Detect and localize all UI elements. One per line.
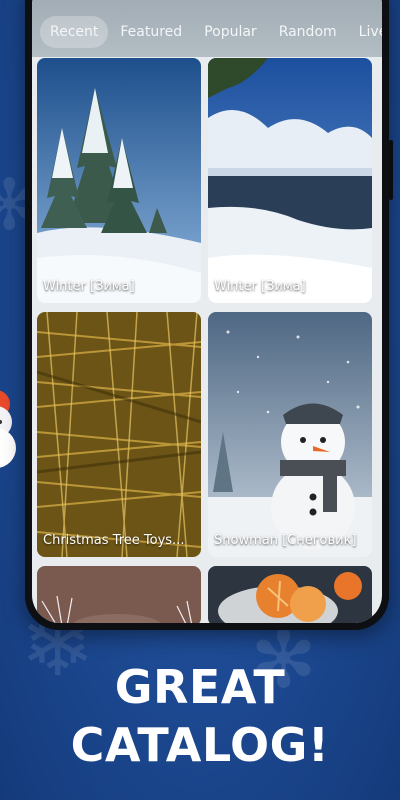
promo-headline: GREAT CATALOG! (0, 658, 400, 774)
tab-random[interactable]: Random (269, 16, 347, 48)
app-screen: Recent Featured Popular Random Live W (32, 0, 382, 623)
wallpaper-card[interactable]: Christmas Tree Toys... (37, 312, 201, 557)
wallpaper-title: Christmas Tree Toys... (43, 533, 185, 548)
wallpaper-title: Winter [Зима] (43, 279, 135, 294)
wallpaper-thumbnail-candle-sparks (37, 566, 201, 623)
category-tabs: Recent Featured Popular Random Live W (40, 16, 382, 48)
snowman-decoration-icon (0, 390, 16, 468)
tab-live-wallpapers[interactable]: Live W (349, 16, 382, 48)
wallpaper-card[interactable]: Winter [Зима] (208, 58, 372, 303)
phone-side-button (389, 140, 393, 200)
tab-popular[interactable]: Popular (194, 16, 267, 48)
wallpaper-thumbnail-tangerines (208, 566, 372, 623)
wallpaper-card[interactable]: Snowman [Снеговик] (208, 312, 372, 557)
phone-frame: Recent Featured Popular Random Live W (25, 0, 393, 630)
headline-line-1: GREAT (114, 660, 286, 714)
wallpaper-card[interactable] (37, 566, 201, 623)
tab-bar: Recent Featured Popular Random Live W (32, 0, 382, 57)
wallpaper-title: Snowman [Снеговик] (214, 533, 357, 548)
tab-featured[interactable]: Featured (110, 16, 192, 48)
wallpaper-thumbnail-snowy-fir-trees (37, 58, 201, 303)
wallpaper-card[interactable]: Winter [Зима] (37, 58, 201, 303)
wallpaper-thumbnail-winter-river (208, 58, 372, 303)
wallpaper-thumbnail-gold-tinsel (37, 312, 201, 557)
wallpaper-title: Winter [Зима] (214, 279, 306, 294)
tab-recent[interactable]: Recent (40, 16, 109, 48)
headline-line-2: CATALOG! (70, 718, 330, 772)
wallpaper-card[interactable] (208, 566, 372, 623)
wallpaper-thumbnail-snowman (208, 312, 372, 557)
